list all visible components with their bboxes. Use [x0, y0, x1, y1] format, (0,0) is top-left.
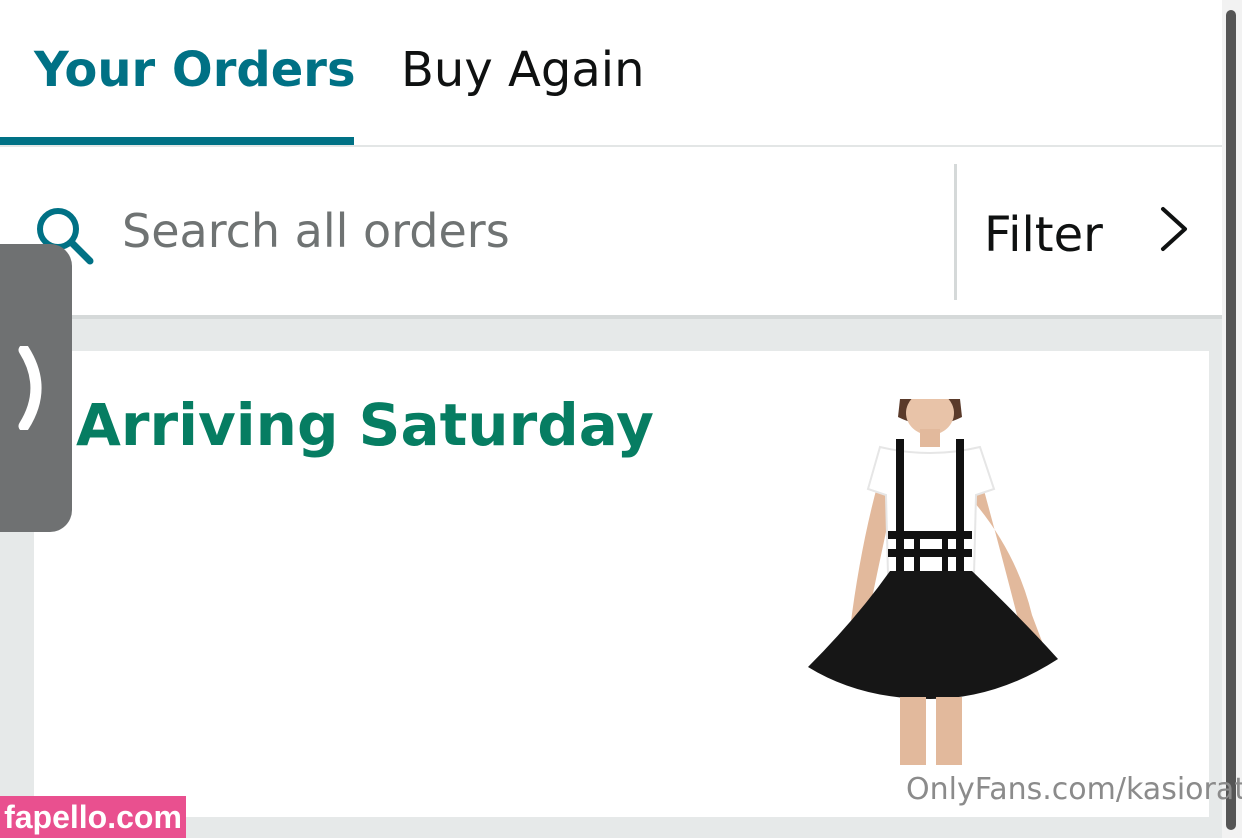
scrollbar-thumb[interactable]: [1226, 10, 1236, 830]
scrollbar[interactable]: [1222, 0, 1242, 838]
chevron-right-icon: [1161, 207, 1187, 251]
watermark-text: OnlyFans.com/kasiorat: [906, 772, 1242, 807]
tab-buy-again[interactable]: Buy Again: [401, 40, 645, 100]
active-tab-indicator: [0, 137, 354, 145]
order-card[interactable]: Arriving Saturday: [34, 351, 1209, 817]
watermark-badge: fapello.com: [0, 796, 186, 838]
search-orders-input[interactable]: [122, 199, 922, 263]
chevron-right-icon: [18, 346, 42, 430]
orders-tab-bar: Your Orders Buy Again: [0, 0, 1226, 147]
product-image[interactable]: [796, 399, 1076, 765]
orders-list: Arriving Saturday: [0, 319, 1226, 838]
filter-label: Filter: [984, 207, 1103, 263]
tab-your-orders[interactable]: Your Orders: [34, 40, 356, 100]
side-drawer-handle[interactable]: [0, 244, 72, 532]
delivery-status: Arriving Saturday: [76, 391, 654, 459]
filter-button[interactable]: Filter: [957, 147, 1226, 315]
search-filter-row: Filter: [0, 147, 1226, 319]
